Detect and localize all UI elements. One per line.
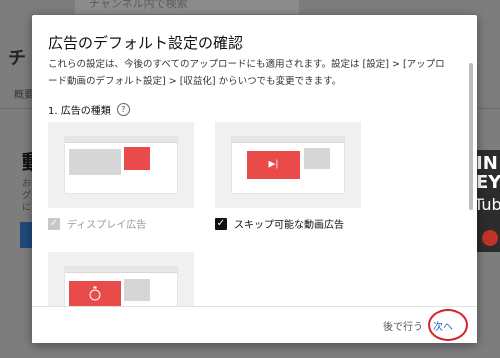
dialog-description: これらの設定は、今後のすべてのアップロードにも適用されます。設定は [設定] >…	[48, 59, 445, 87]
background-thumbnail-avatar	[482, 230, 498, 246]
dialog-footer: 後で行う 次へ	[32, 306, 477, 343]
highlight-annotation-ring	[428, 309, 468, 341]
display-ad-page-mock	[65, 137, 177, 193]
dialog-scrollbar[interactable]	[469, 63, 473, 210]
background-card-text-3: に	[22, 203, 32, 213]
dialog-title: 広告のデフォルト設定の確認	[48, 34, 244, 52]
background-page-title: チ	[8, 48, 26, 69]
ad-types-label: 1. 広告の種類	[48, 106, 111, 117]
background-thumbnail-text-1: IN EY	[476, 153, 500, 193]
background-thumbnail-text-2: Tub	[474, 195, 500, 214]
help-icon[interactable]: ?	[116, 103, 130, 116]
video-ad-block: ▶|	[247, 151, 300, 179]
mock-side-block	[124, 279, 150, 301]
mock-video-block	[69, 149, 121, 175]
skip-play-icon: ▶|	[268, 159, 279, 170]
mock-page-rule	[232, 142, 344, 143]
display-ads-label: ディスプレイ広告	[67, 220, 147, 231]
ad-defaults-dialog: 広告のデフォルト設定の確認 これらの設定は、今後のすべてのアップロードにも適用さ…	[32, 15, 477, 343]
skippable-video-ads-option[interactable]: ✓ スキップ可能な動画広告	[215, 216, 344, 231]
mock-page-rule	[65, 142, 177, 143]
mock-side-block	[304, 148, 330, 169]
channel-search-input: チャンネル内で検索	[75, 0, 299, 14]
ad-types-section-heading: 1. 広告の種類 ?	[48, 102, 130, 117]
display-ads-checkbox: ✓	[48, 217, 60, 230]
display-ad-block	[124, 147, 150, 170]
timed-ad-block	[69, 281, 121, 308]
background-tab-overview: 概要	[14, 90, 34, 101]
mock-page-rule	[65, 272, 177, 273]
skippable-video-ads-label[interactable]: スキップ可能な動画広告	[234, 216, 344, 231]
later-button[interactable]: 後で行う	[383, 318, 423, 333]
timer-icon	[89, 286, 101, 300]
skippable-video-ad-illustration: ▶|	[215, 122, 361, 208]
skippable-video-ads-checkbox[interactable]: ✓	[215, 217, 227, 230]
skippable-ad-page-mock: ▶|	[232, 137, 344, 193]
non-skippable-ad-page-mock	[65, 267, 177, 308]
display-ads-option: ✓ ディスプレイ広告	[48, 216, 146, 231]
non-skippable-ad-illustration	[48, 252, 194, 308]
display-ad-illustration	[48, 122, 194, 208]
